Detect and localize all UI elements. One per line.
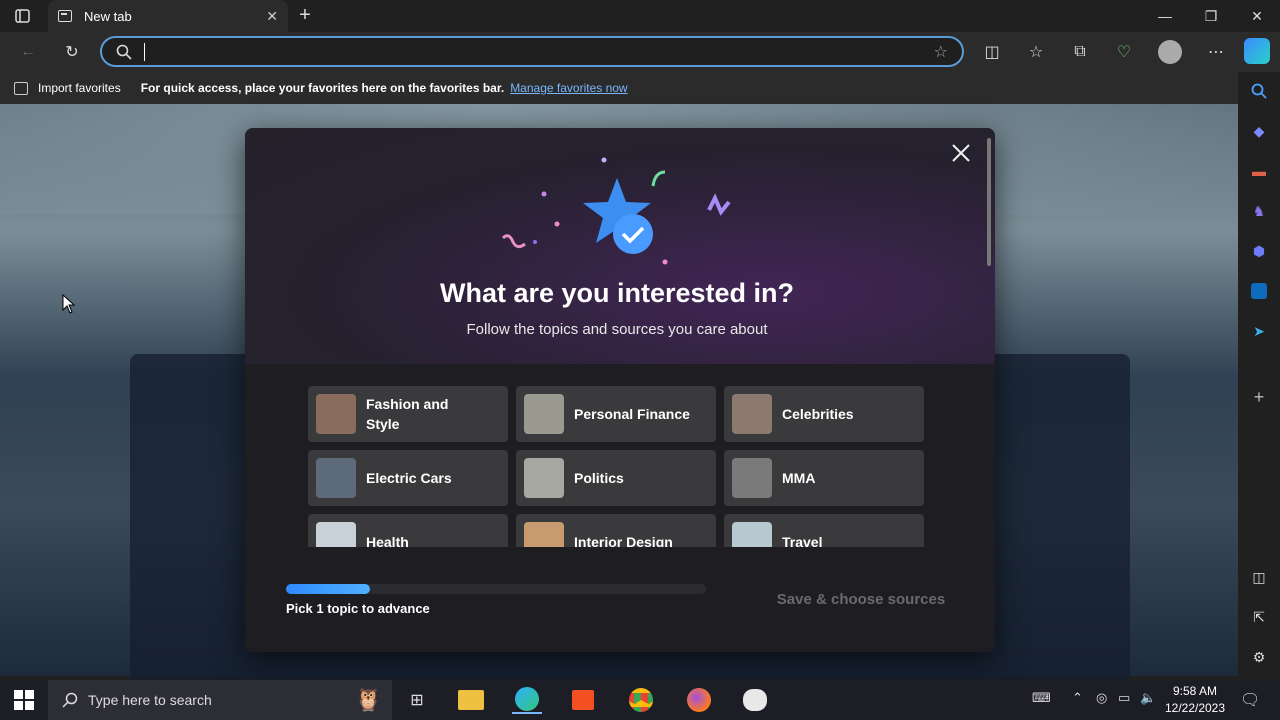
- add-sidebar-app-icon[interactable]: +: [1248, 386, 1270, 408]
- topic-card-mma[interactable]: MMA: [724, 450, 924, 506]
- tools-briefcase-icon[interactable]: ▬: [1248, 160, 1270, 182]
- browser-essentials-icon[interactable]: ♡: [1110, 40, 1138, 64]
- save-choose-sources-button[interactable]: Save & choose sources: [768, 587, 954, 613]
- topic-thumbnail: [316, 458, 356, 498]
- topic-card-health[interactable]: Health: [308, 514, 508, 547]
- topic-thumbnail: [732, 458, 772, 498]
- topic-card-travel[interactable]: Travel: [724, 514, 924, 547]
- favorites-icon[interactable]: ☆: [1022, 40, 1050, 64]
- clock-time: 9:58 AM: [1172, 684, 1218, 698]
- owl-search-highlight-icon: 🦉: [354, 687, 382, 712]
- windows-start-icon[interactable]: [14, 690, 34, 710]
- network-icon[interactable]: ▭: [1118, 690, 1130, 706]
- hide-sidebar-icon[interactable]: ◫: [1248, 566, 1270, 588]
- favorites-bar-message: For quick access, place your favorites h…: [140, 81, 505, 95]
- browser-tab[interactable]: New tab ✕: [48, 0, 288, 32]
- volume-muted-icon[interactable]: 🔈: [1140, 690, 1156, 706]
- restore-button[interactable]: ❐: [1188, 0, 1234, 32]
- topic-card-celebrities[interactable]: Celebrities: [724, 386, 924, 442]
- topic-label: Interior Design: [574, 534, 673, 547]
- topic-card-personal-finance[interactable]: Personal Finance: [516, 386, 716, 442]
- chrome-icon[interactable]: [626, 686, 656, 714]
- import-favorites-button[interactable]: Import favorites: [14, 81, 121, 95]
- star-check-illustration: [495, 150, 745, 270]
- import-icon: [14, 81, 28, 95]
- split-screen-icon[interactable]: ◫: [978, 40, 1006, 64]
- tab-title: New tab: [84, 8, 132, 24]
- send-drop-icon[interactable]: ➤: [1248, 320, 1270, 342]
- import-favorites-label: Import favorites: [38, 81, 121, 95]
- more-options-icon[interactable]: ⋯: [1202, 40, 1230, 64]
- topic-label: Personal Finance: [574, 406, 690, 422]
- edge-taskbar-icon[interactable]: [512, 686, 542, 714]
- topic-thumbnail: [524, 522, 564, 547]
- close-dialog-icon[interactable]: [950, 142, 972, 164]
- microsoft-store-icon[interactable]: [568, 686, 598, 714]
- topic-label: Travel: [782, 534, 823, 547]
- topic-label: Electric Cars: [366, 470, 452, 486]
- sidebar-settings-gear-icon[interactable]: ⚙: [1248, 646, 1270, 668]
- favorites-bar: Import favorites For quick access, place…: [0, 72, 1280, 104]
- outlook-icon[interactable]: [1248, 280, 1270, 302]
- new-tab-page-icon: [58, 10, 72, 22]
- show-hidden-icons-chevron-up-icon[interactable]: ⌃: [1072, 690, 1083, 706]
- keyboard-icon[interactable]: ⌨: [1032, 690, 1051, 706]
- close-tab-icon[interactable]: ✕: [266, 8, 278, 25]
- meet-now-icon[interactable]: ◎: [1096, 690, 1107, 706]
- refresh-button[interactable]: ↻: [58, 40, 86, 64]
- topic-label: Celebrities: [782, 406, 854, 422]
- topic-card-politics[interactable]: Politics: [516, 450, 716, 506]
- new-tab-button[interactable]: +: [294, 4, 316, 26]
- close-window-button[interactable]: ✕: [1234, 0, 1280, 32]
- address-bar[interactable]: ☆: [100, 36, 964, 67]
- topic-thumbnail: [524, 458, 564, 498]
- games-chess-icon[interactable]: ♞: [1248, 200, 1270, 222]
- favorite-star-icon[interactable]: ☆: [934, 42, 948, 62]
- dialog-subtitle: Follow the topics and sources you care a…: [466, 321, 768, 338]
- topic-card-fashion-and-style[interactable]: Fashion and Style: [308, 386, 508, 442]
- sidebar-search-icon[interactable]: [1248, 80, 1270, 102]
- back-button[interactable]: ←: [14, 40, 42, 64]
- topic-label: Health: [366, 534, 409, 547]
- progress-hint: Pick 1 topic to advance: [286, 601, 430, 616]
- taskbar-search-placeholder: Type here to search: [88, 692, 212, 708]
- topic-card-electric-cars[interactable]: Electric Cars: [308, 450, 508, 506]
- topic-thumbnail: [732, 522, 772, 547]
- progress-fill: [286, 584, 370, 594]
- minimize-button[interactable]: —: [1142, 0, 1188, 32]
- topic-thumbnail: [524, 394, 564, 434]
- topic-card-interior-design[interactable]: Interior Design: [516, 514, 716, 547]
- clock-date: 12/22/2023: [1164, 701, 1226, 715]
- notification-center-icon[interactable]: 🗨: [1240, 690, 1260, 710]
- copilot-icon[interactable]: [1244, 38, 1270, 64]
- topic-thumbnail: [316, 394, 356, 434]
- copilot-sidebar-icon[interactable]: ⬢: [1248, 240, 1270, 262]
- file-explorer-icon[interactable]: [456, 686, 486, 714]
- manage-favorites-link[interactable]: Manage favorites now: [510, 81, 627, 95]
- paint-icon[interactable]: [740, 686, 770, 714]
- dialog-scrollbar[interactable]: [987, 138, 991, 266]
- topic-label: Politics: [574, 470, 624, 486]
- dialog-title: What are you interested in?: [439, 278, 795, 308]
- collections-icon[interactable]: ⧉: [1066, 40, 1094, 64]
- topic-thumbnail: [316, 522, 356, 547]
- profile-avatar[interactable]: [1158, 40, 1182, 64]
- system-clock[interactable]: 9:58 AM 12/22/2023: [1158, 683, 1232, 717]
- firefox-icon[interactable]: [684, 686, 714, 714]
- tab-actions-icon[interactable]: [14, 8, 32, 24]
- mouse-cursor-icon: [62, 293, 76, 314]
- taskbar-search-box[interactable]: Type here to search 🦉: [48, 680, 392, 720]
- shopping-tag-icon[interactable]: ◆: [1248, 120, 1270, 142]
- open-external-icon[interactable]: ⇱: [1248, 606, 1270, 628]
- search-icon: [62, 692, 78, 708]
- search-icon: [116, 44, 132, 60]
- topic-label: Fashion and Style: [366, 396, 449, 432]
- topic-grid: Fashion and Style Personal Finance Celebr…: [308, 386, 928, 547]
- task-view-icon[interactable]: ⊞: [402, 686, 432, 714]
- topic-thumbnail: [732, 394, 772, 434]
- text-caret: [144, 42, 145, 61]
- topic-label: MMA: [782, 470, 816, 486]
